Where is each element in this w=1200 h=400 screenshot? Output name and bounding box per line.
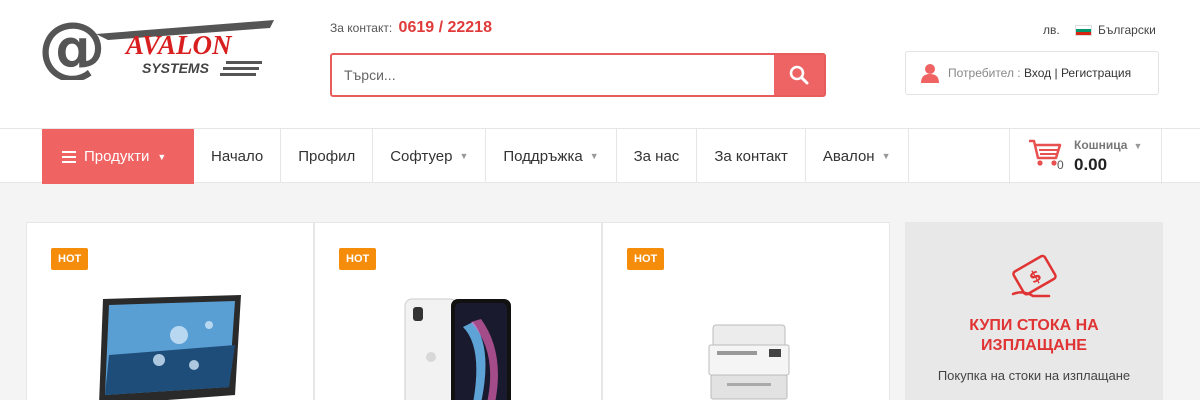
hot-badge: HOT — [627, 248, 665, 270]
user-label: Потребител : — [948, 66, 1021, 80]
installment-promo[interactable]: $ КУПИ СТОКА НА ИЗПЛАЩАНЕ Покупка на сто… — [905, 222, 1163, 400]
hot-badge: HOT — [339, 248, 377, 270]
nav-item-avalon[interactable]: Авалон ▼ — [806, 129, 909, 183]
promo-title: КУПИ СТОКА НА ИЗПЛАЩАНЕ — [969, 317, 1099, 354]
logo-text: AVALON — [124, 30, 233, 60]
cart-count: 0 — [1057, 158, 1064, 172]
products-label: Продукти — [84, 148, 150, 165]
login-link[interactable]: Вход — [1024, 66, 1051, 80]
search-icon — [789, 65, 809, 85]
product-card[interactable]: HOT — [26, 222, 314, 400]
nav-item-contact[interactable]: За контакт — [697, 129, 806, 183]
avalon-logo[interactable]: @ AVALON SYSTEMS — [38, 8, 278, 87]
language-label: Български — [1098, 23, 1156, 37]
nav-item-label: За нас — [633, 147, 680, 165]
svg-text:@: @ — [38, 12, 106, 80]
contact-label: За контакт: — [330, 21, 393, 35]
cart-total: 0.00 — [1074, 155, 1108, 174]
cart-label: Кошница ▼ — [1074, 138, 1143, 152]
shopping-cart[interactable]: 0 Кошница ▼ 0.00 — [1009, 129, 1162, 184]
nav-items: Начало Профил Софтуер ▼ Поддръжка ▼ За нас… — [194, 129, 909, 184]
chevron-down-icon: ▼ — [459, 151, 469, 161]
currency-selector[interactable]: лв. — [1043, 23, 1060, 37]
search-input[interactable] — [332, 55, 772, 95]
logo-subtext: SYSTEMS — [142, 60, 210, 76]
product-card[interactable]: HOT — [314, 222, 602, 400]
hamburger-icon — [62, 150, 76, 163]
site-header: @ AVALON SYSTEMS За контакт: 0619 / 2221… — [0, 0, 1200, 128]
user-icon — [921, 64, 939, 83]
contact-phone[interactable]: 0619 / 22218 — [399, 19, 492, 36]
chevron-down-icon: ▼ — [589, 151, 599, 161]
product-card[interactable]: HOT — [602, 222, 890, 400]
hot-badge: HOT — [51, 248, 89, 270]
register-link[interactable]: Регистрация — [1061, 66, 1131, 80]
chevron-down-icon: ▼ — [1133, 141, 1143, 151]
nav-item-label: Софтуер — [390, 147, 453, 165]
user-account-box: Потребител : Вход | Регистрация — [905, 51, 1159, 95]
smartphone-image[interactable] — [403, 297, 515, 400]
money-hand-icon: $ — [1011, 254, 1057, 298]
contact-info: За контакт: 0619 / 22218 — [330, 19, 492, 37]
nav-item-profile[interactable]: Профил — [281, 129, 374, 183]
search-bar — [330, 53, 826, 97]
nav-item-home[interactable]: Начало — [194, 129, 282, 183]
chevron-down-icon: ▼ — [881, 151, 891, 161]
nav-item-label: Авалон — [822, 147, 875, 165]
svg-text:$: $ — [1026, 265, 1045, 287]
chevron-down-icon: ▼ — [157, 151, 167, 162]
monitor-image[interactable] — [99, 295, 245, 400]
separator: | — [1054, 66, 1058, 80]
nav-item-about[interactable]: За нас — [617, 129, 698, 183]
promo-text: Покупка на стоки на изплащане — [937, 368, 1131, 383]
printer-image[interactable] — [707, 321, 791, 400]
language-selector[interactable]: Български — [1075, 23, 1156, 37]
products-menu-button[interactable]: Продукти ▼ — [42, 129, 194, 184]
nav-item-software[interactable]: Софтуер ▼ — [373, 129, 487, 183]
nav-item-label: За контакт — [714, 147, 788, 165]
nav-item-support[interactable]: Поддръжка ▼ — [486, 129, 617, 183]
nav-item-label: Профил — [298, 147, 356, 165]
nav-item-label: Начало — [211, 147, 264, 165]
nav-item-label: Поддръжка — [503, 147, 583, 165]
search-button[interactable] — [774, 55, 824, 95]
main-nav: Продукти ▼ Начало Профил Софтуер ▼ Поддръ… — [0, 128, 1200, 184]
bulgaria-flag-icon — [1075, 24, 1092, 36]
